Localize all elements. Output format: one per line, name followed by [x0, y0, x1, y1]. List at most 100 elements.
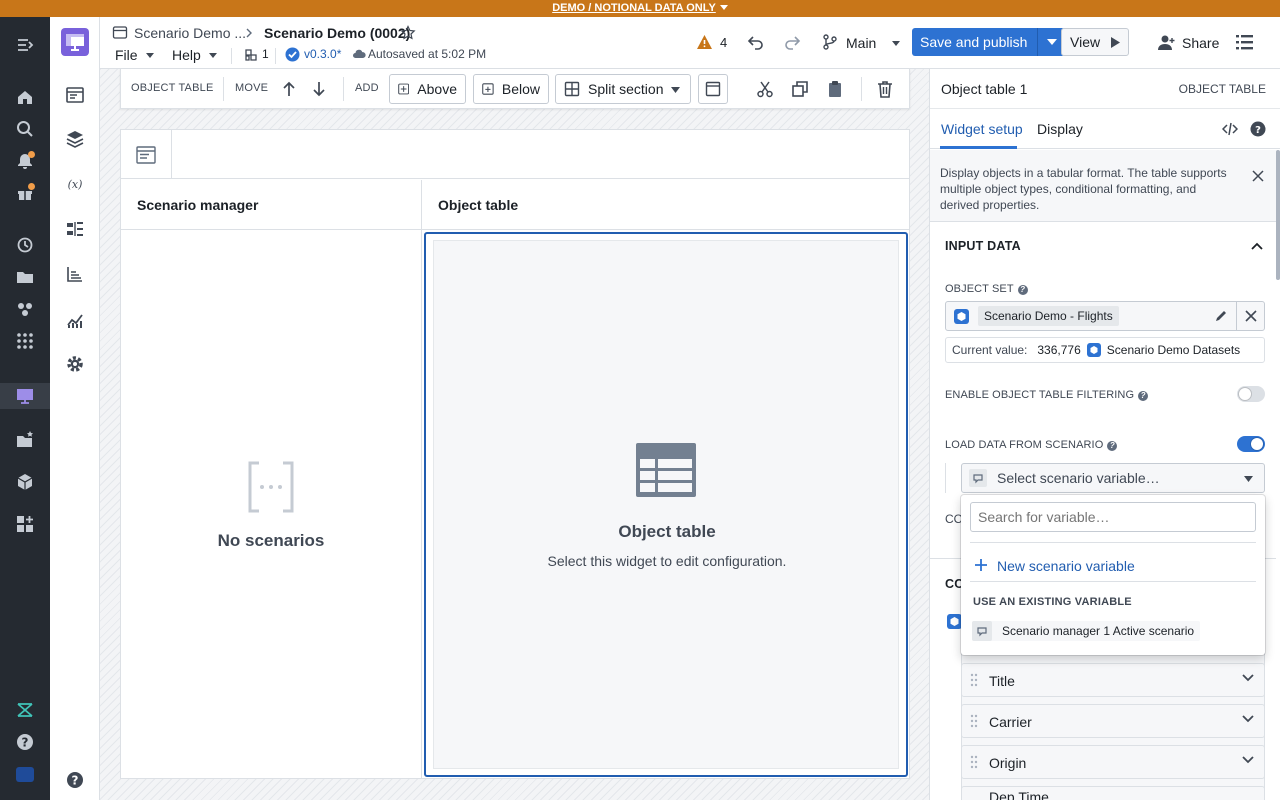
version-label[interactable]: v0.3.0* [304, 47, 341, 61]
drag-handle-icon[interactable] [970, 714, 978, 728]
page-tab[interactable] [121, 130, 172, 179]
file-menu[interactable]: File [115, 47, 154, 63]
duplicate-icon[interactable] [790, 79, 810, 99]
widget-description: Display objects in a tabular format. The… [930, 150, 1276, 222]
page-title[interactable]: Scenario Demo (0002) [264, 25, 410, 41]
edit-pencil-icon[interactable] [1214, 309, 1228, 323]
app-header: Scenario Demo ... Scenario Demo (0002) F… [100, 17, 1280, 69]
tab-widget-setup[interactable]: Widget setup [941, 121, 1023, 137]
star-icon[interactable] [400, 25, 416, 41]
object-table-header[interactable]: Object table [422, 180, 909, 230]
share-button[interactable]: Share [1182, 35, 1219, 51]
warning-icon[interactable] [696, 34, 713, 50]
help-icon[interactable]: ? [1017, 285, 1028, 295]
column-row-title[interactable]: Title [961, 663, 1265, 697]
tab-display[interactable]: Display [1037, 121, 1083, 137]
palantir-logo-icon[interactable] [15, 700, 35, 720]
cut-icon[interactable] [755, 79, 775, 99]
help-icon[interactable]: ? [1107, 441, 1118, 451]
column-label: Title [989, 673, 1015, 689]
scenario-icon-box [972, 621, 992, 641]
breadcrumb-parent[interactable]: Scenario Demo ... [134, 25, 246, 41]
help-menu[interactable]: Help [172, 47, 217, 63]
editor-canvas: OBJECT TABLE MOVE ADD Above Below Split … [100, 69, 929, 800]
workshop-app-icon[interactable] [61, 28, 89, 56]
cube-icon[interactable] [15, 472, 35, 492]
current-value-source[interactable]: Scenario Demo Datasets [1107, 343, 1240, 357]
scenario-variable-select[interactable]: Select scenario variable… [961, 463, 1265, 493]
divider [970, 581, 1256, 582]
filtering-toggle[interactable] [1237, 386, 1265, 402]
overflow-list-icon[interactable] [1236, 34, 1253, 50]
scenario-manager-widget[interactable]: No scenarios [121, 231, 421, 778]
column-row-carrier[interactable]: Carrier [961, 704, 1265, 738]
existing-variable-item[interactable]: Scenario manager 1 Active scenario [972, 621, 1201, 641]
paste-icon[interactable] [825, 79, 845, 99]
metrics-icon[interactable] [65, 310, 85, 330]
delete-trash-icon[interactable] [875, 79, 895, 99]
column-row-origin[interactable]: Origin [961, 745, 1265, 779]
help-icon[interactable]: ? [15, 732, 35, 752]
starred-folder-icon[interactable] [15, 430, 35, 450]
ontology-icon[interactable] [15, 299, 35, 319]
add-widgets-icon[interactable] [15, 514, 35, 534]
drag-handle-icon[interactable] [970, 755, 978, 769]
expand-nav-icon[interactable] [15, 35, 35, 55]
history-icon[interactable] [15, 235, 35, 255]
chart-icon[interactable] [65, 264, 85, 284]
variable-search-input[interactable] [970, 502, 1256, 532]
demo-banner[interactable]: DEMO / NOTIONAL DATA ONLY [0, 0, 1280, 17]
home-icon[interactable] [15, 87, 35, 107]
settings-gear-icon[interactable] [65, 354, 85, 374]
section-layout-button[interactable] [698, 74, 728, 104]
apps-grid-icon[interactable] [15, 331, 35, 351]
clear-icon[interactable] [1245, 310, 1257, 322]
section-divider [421, 180, 422, 778]
split-section-button[interactable]: Split section [555, 74, 691, 104]
indent-line [945, 463, 946, 493]
toggle-knob [1251, 438, 1263, 450]
pages-count[interactable]: 1 [262, 47, 269, 61]
scenario-manager-header[interactable]: Scenario manager [121, 180, 421, 230]
close-icon[interactable] [1252, 170, 1264, 182]
existing-variable-header: USE AN EXISTING VARIABLE [973, 596, 1132, 608]
events-icon[interactable] [65, 219, 85, 239]
help-icon[interactable]: ? [1138, 391, 1149, 401]
new-scenario-variable-item[interactable]: New scenario variable [970, 553, 1256, 579]
variables-icon[interactable]: (x) [65, 173, 85, 193]
drag-handle-icon[interactable] [970, 673, 978, 687]
page-section: Scenario manager Object table No scenari… [120, 129, 910, 779]
redo-icon[interactable] [783, 34, 801, 50]
help-icon[interactable]: ? [65, 770, 85, 790]
layers-icon[interactable] [65, 129, 85, 149]
branch-selector[interactable]: Main [846, 35, 901, 51]
panel-scrollbar[interactable] [1276, 150, 1280, 280]
search-icon[interactable] [15, 119, 35, 139]
layout-icon[interactable] [65, 85, 85, 105]
object-table-widget[interactable]: Object table Select this widget to edit … [424, 232, 908, 777]
chevron-up-icon [1251, 242, 1263, 250]
input-data-section-header[interactable]: INPUT DATA [930, 229, 1276, 263]
empty-state-label: No scenarios [217, 531, 325, 550]
move-up-icon[interactable] [279, 79, 299, 99]
load-scenario-toggle[interactable] [1237, 436, 1265, 452]
insert-above-icon [398, 83, 410, 95]
code-icon[interactable] [1222, 122, 1238, 136]
view-button[interactable]: View [1061, 28, 1129, 56]
workshop-icon[interactable] [15, 386, 35, 406]
widget-name[interactable]: Object table 1 [941, 81, 1027, 97]
help-icon[interactable]: ? [1250, 121, 1266, 137]
add-below-button[interactable]: Below [473, 74, 549, 104]
save-and-publish-button[interactable]: Save and publish [912, 28, 1066, 56]
view-label: View [1070, 34, 1101, 50]
undo-icon[interactable] [747, 34, 765, 50]
widget-type-label: OBJECT TABLE [1178, 82, 1266, 96]
user-avatar-icon[interactable] [15, 765, 35, 785]
folder-icon[interactable] [15, 267, 35, 287]
object-set-selector[interactable]: Scenario Demo - Flights [945, 301, 1265, 331]
object-set-label: OBJECT SET? [945, 283, 1028, 295]
add-above-button[interactable]: Above [389, 74, 466, 104]
column-label: Carrier [989, 714, 1032, 730]
column-row-dep-time[interactable]: Dep Time [961, 786, 1265, 800]
move-down-icon[interactable] [309, 79, 329, 99]
